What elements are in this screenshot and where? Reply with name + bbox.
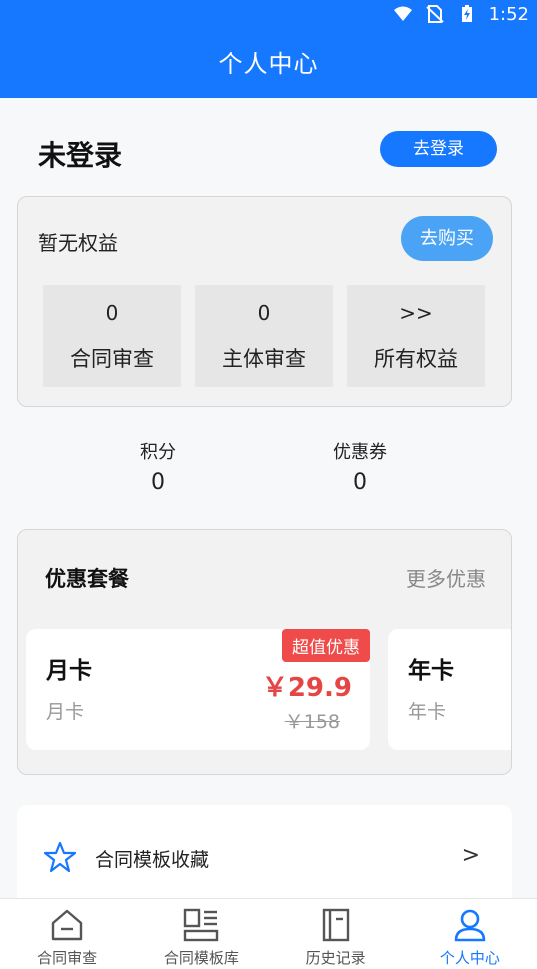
star-icon bbox=[44, 841, 76, 873]
package-card-yearly[interactable]: 年卡 年卡 bbox=[388, 629, 511, 750]
package-name: 年卡 bbox=[408, 658, 454, 684]
points-stat[interactable]: 积分 0 bbox=[98, 438, 218, 495]
rights-title: 暂无权益 bbox=[38, 231, 118, 255]
packages-card: 优惠套餐 更多优惠 月卡 月卡 超值优惠 ￥29.9 ￥158 年卡 年卡 bbox=[17, 529, 512, 775]
package-desc: 年卡 bbox=[408, 701, 447, 723]
coupons-value: 0 bbox=[353, 470, 367, 495]
page-title: 个人中心 bbox=[218, 50, 319, 78]
tab-contract-review[interactable]: 合同审查 bbox=[0, 899, 134, 969]
points-value: 0 bbox=[151, 470, 165, 495]
user-icon bbox=[454, 909, 486, 942]
favorites-row[interactable]: 合同模板收藏 > bbox=[17, 805, 512, 898]
login-button[interactable]: 去登录 bbox=[380, 131, 497, 167]
tab-label: 历史记录 bbox=[305, 949, 366, 967]
packages-title: 优惠套餐 bbox=[45, 567, 129, 591]
package-card-monthly[interactable]: 月卡 月卡 超值优惠 ￥29.9 ￥158 bbox=[26, 629, 370, 750]
no-sim-icon bbox=[425, 5, 444, 23]
coupons-label: 优惠券 bbox=[333, 442, 387, 463]
status-time: 1:52 bbox=[488, 3, 529, 25]
coupons-stat[interactable]: 优惠券 0 bbox=[300, 438, 420, 495]
tab-personal-center[interactable]: 个人中心 bbox=[403, 899, 537, 969]
login-row: 未登录 去登录 bbox=[0, 98, 537, 196]
template-icon bbox=[184, 908, 219, 942]
points-label: 积分 bbox=[140, 442, 176, 463]
top-bar: 1:52 个人中心 bbox=[0, 0, 537, 98]
rights-item-label: 主体审查 bbox=[222, 347, 306, 371]
rights-item-entity-review[interactable]: 0 主体审查 bbox=[195, 285, 333, 387]
rights-item-label: 所有权益 bbox=[374, 347, 458, 371]
tab-history[interactable]: 历史记录 bbox=[269, 899, 403, 969]
rights-item-all-rights[interactable]: >> 所有权益 bbox=[347, 285, 485, 387]
rights-item-value: >> bbox=[399, 301, 433, 325]
status-bar: 1:52 bbox=[393, 0, 529, 28]
package-desc: 月卡 bbox=[46, 701, 85, 723]
rights-item-label: 合同审查 bbox=[70, 347, 154, 371]
favorites-card: 合同模板收藏 > bbox=[17, 805, 512, 898]
content-area[interactable]: 未登录 去登录 暂无权益 去购买 0 合同审查 0 主体审查 >> 所有权益 积… bbox=[0, 98, 537, 898]
tab-template-library[interactable]: 合同模板库 bbox=[134, 899, 268, 969]
favorites-label: 合同模板收藏 bbox=[95, 849, 210, 871]
rights-item-value: 0 bbox=[257, 301, 271, 325]
home-icon bbox=[51, 909, 83, 941]
tab-label: 个人中心 bbox=[439, 949, 500, 967]
battery-charging-icon bbox=[461, 5, 472, 22]
value-badge: 超值优惠 bbox=[282, 629, 370, 662]
tab-bar: 合同审查 合同模板库 历史记录 个人中心 bbox=[0, 898, 537, 969]
package-name: 月卡 bbox=[46, 658, 92, 684]
rights-item-value: 0 bbox=[105, 301, 119, 325]
rights-item-contract-review[interactable]: 0 合同审查 bbox=[43, 285, 181, 387]
chevron-right-icon: > bbox=[461, 843, 480, 868]
package-price: ￥29.9 bbox=[261, 673, 352, 703]
wifi-icon bbox=[393, 6, 412, 21]
buy-button[interactable]: 去购买 bbox=[401, 216, 493, 261]
tab-label: 合同审查 bbox=[37, 949, 98, 967]
package-original-price: ￥158 bbox=[284, 711, 340, 733]
history-icon bbox=[322, 908, 349, 942]
login-status: 未登录 bbox=[38, 139, 123, 172]
more-offers-link[interactable]: 更多优惠 bbox=[406, 563, 486, 592]
rights-card: 暂无权益 去购买 0 合同审查 0 主体审查 >> 所有权益 bbox=[17, 196, 512, 407]
tab-label: 合同模板库 bbox=[163, 949, 239, 967]
